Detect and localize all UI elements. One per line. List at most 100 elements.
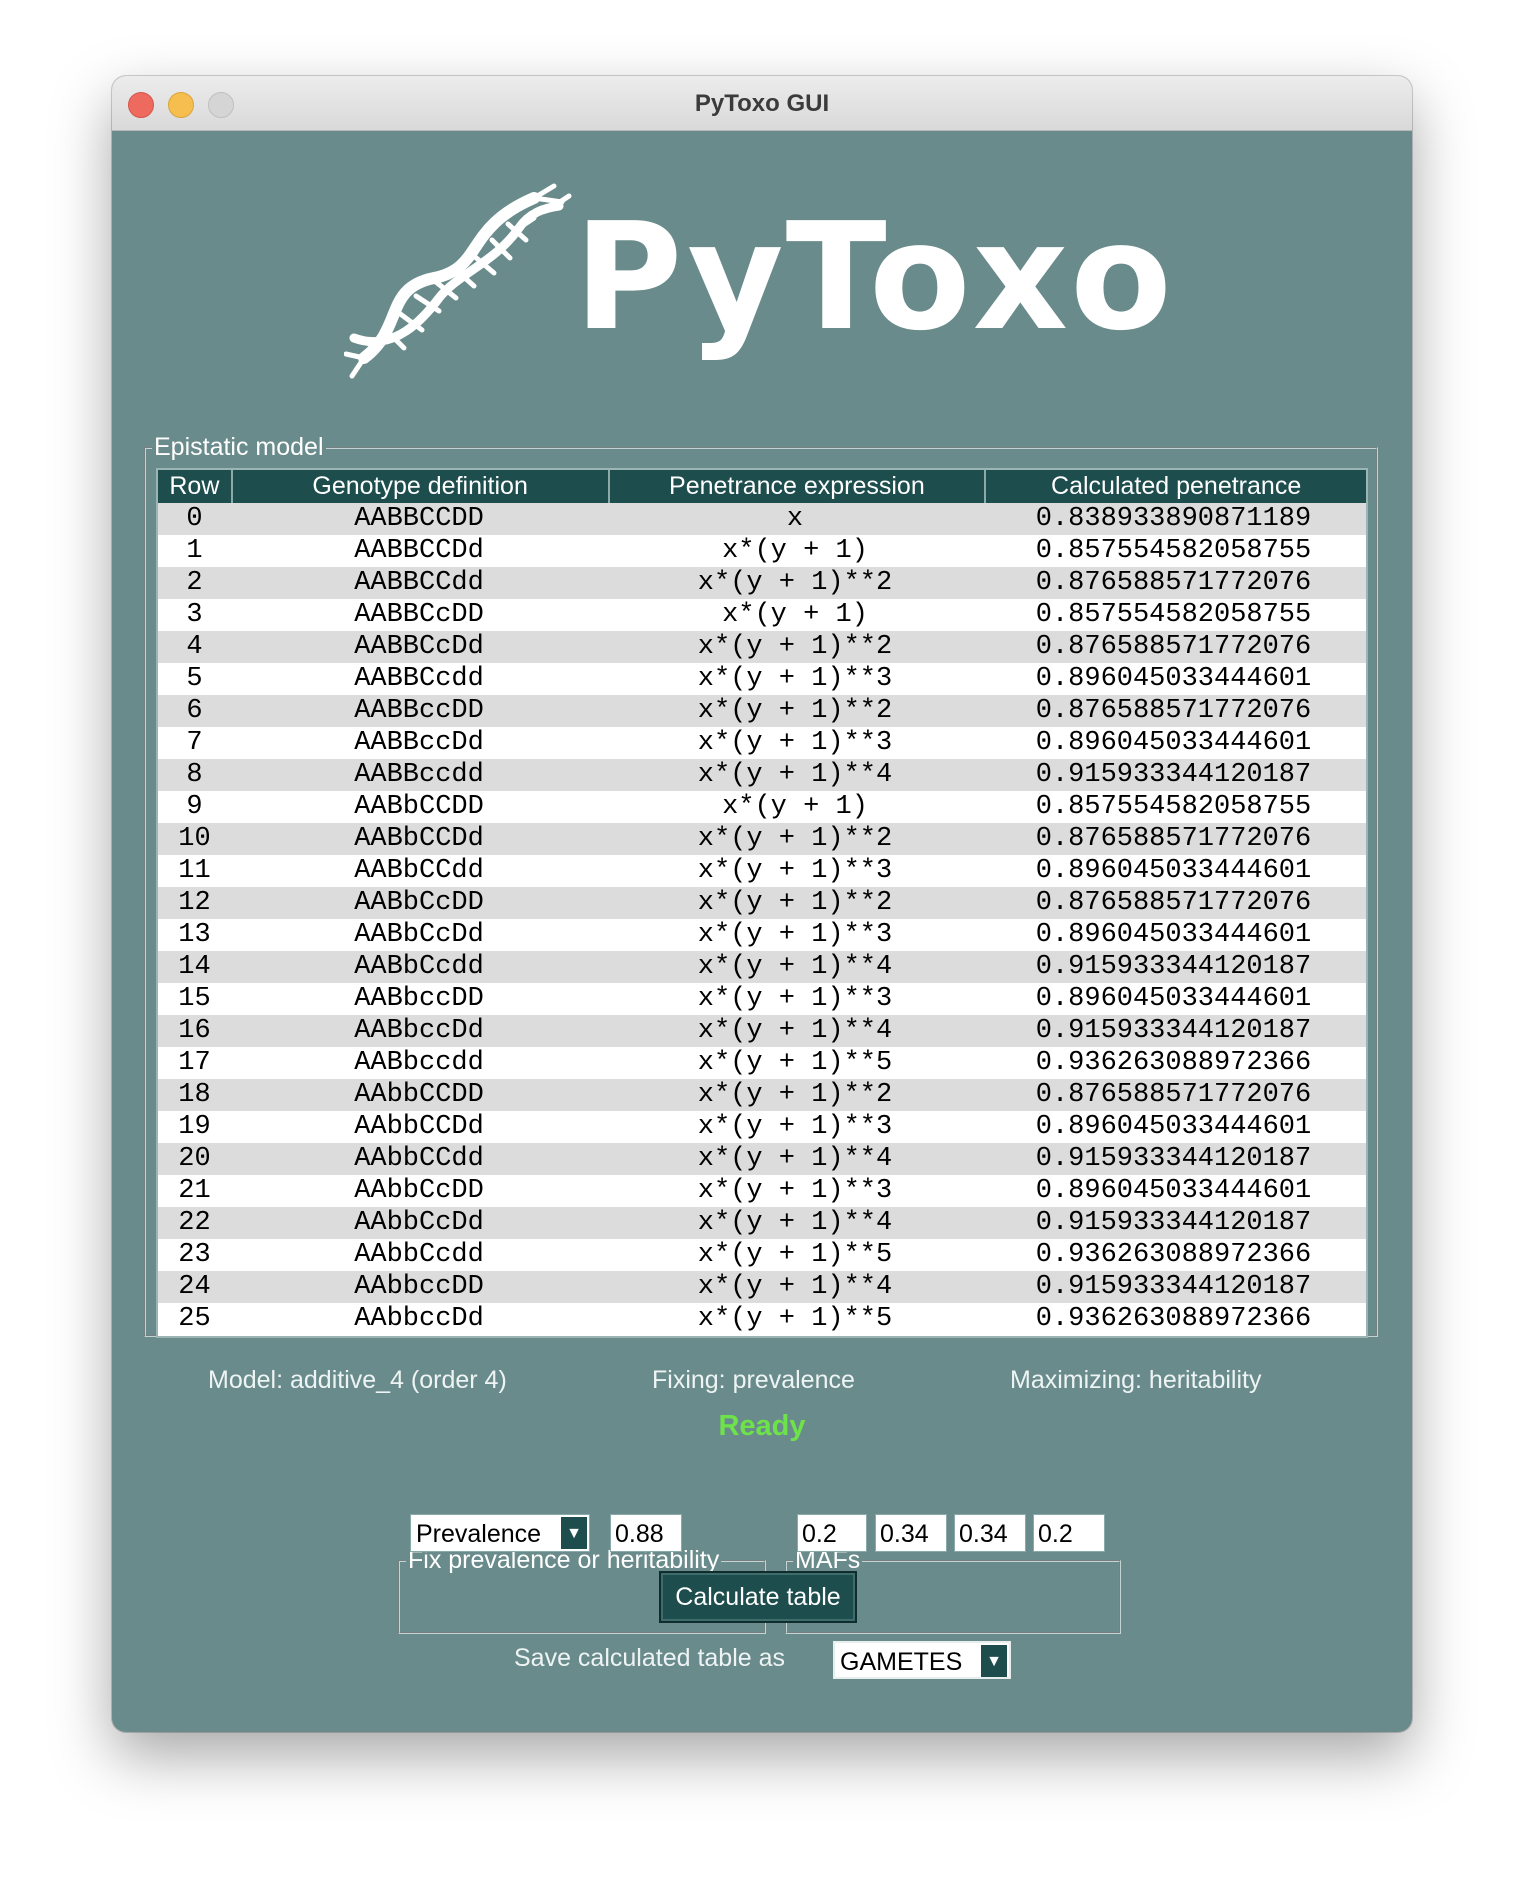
table-row[interactable]: 13 AABbCcDd x*(y + 1)**3 0.896045033444601 bbox=[158, 919, 1366, 951]
cell-genotype: AABBCcDD bbox=[354, 600, 484, 630]
title-bar: PyToxo GUI bbox=[112, 76, 1412, 131]
table-row[interactable]: 5 AABBCcdd x*(y + 1)**3 0.896045033444601 bbox=[158, 663, 1366, 695]
cell-calculated-penetrance: 0.896045033444601 bbox=[1035, 984, 1312, 1014]
cell-penetrance-expression: x*(y + 1)**2 bbox=[697, 568, 893, 598]
cell-penetrance-expression: x*(y + 1)**5 bbox=[697, 1304, 893, 1334]
cell-penetrance-expression: x*(y + 1)**5 bbox=[697, 1240, 893, 1270]
cell-penetrance-expression: x*(y + 1)**4 bbox=[697, 1208, 893, 1238]
penetrance-table[interactable]: Row Genotype definition Penetrance expre… bbox=[156, 468, 1368, 1338]
cell-genotype: AABbccdd bbox=[354, 1048, 484, 1078]
cell-genotype: AABbccDd bbox=[354, 1016, 484, 1046]
table-row[interactable]: 23 AAbbCcdd x*(y + 1)**5 0.936263088972366 bbox=[158, 1239, 1366, 1271]
cell-penetrance-expression: x*(y + 1)**3 bbox=[697, 856, 893, 886]
column-header-row[interactable]: Row bbox=[158, 470, 233, 503]
cell-penetrance-expression: x bbox=[786, 504, 804, 534]
table-row[interactable]: 7 AABBccDd x*(y + 1)**3 0.896045033444601 bbox=[158, 727, 1366, 759]
table-row[interactable]: 19 AAbbCCDd x*(y + 1)**3 0.896045033444601 bbox=[158, 1111, 1366, 1143]
cell-genotype: AAbbCCDd bbox=[354, 1112, 484, 1142]
cell-calculated-penetrance: 0.876588571772076 bbox=[1035, 888, 1312, 918]
cell-row-index: 18 bbox=[178, 1080, 211, 1110]
table-row[interactable]: 17 AABbccdd x*(y + 1)**5 0.936263088972366 bbox=[158, 1047, 1366, 1079]
cell-row-index: 10 bbox=[178, 824, 211, 854]
table-row[interactable]: 3 AABBCcDD x*(y + 1) 0.857554582058755 bbox=[158, 599, 1366, 631]
table-row[interactable]: 20 AAbbCCdd x*(y + 1)**4 0.915933344120187 bbox=[158, 1143, 1366, 1175]
column-header-genotype[interactable]: Genotype definition bbox=[233, 470, 610, 503]
cell-genotype: AAbbCcdd bbox=[354, 1240, 484, 1270]
maf-input-1[interactable]: 0.2 bbox=[797, 1514, 867, 1552]
cell-penetrance-expression: x*(y + 1)**2 bbox=[697, 632, 893, 662]
calculate-table-button[interactable]: Calculate table bbox=[659, 1571, 857, 1623]
table-body: 0 AABBCCDD x 0.838933890871189 1 AABBCCDd x*(y… bbox=[158, 503, 1366, 1335]
status-label: Ready bbox=[718, 1410, 806, 1442]
cell-genotype: AABbCcDd bbox=[354, 920, 484, 950]
table-row[interactable]: 22 AAbbCcDd x*(y + 1)**4 0.915933344120187 bbox=[158, 1207, 1366, 1239]
cell-row-index: 7 bbox=[186, 728, 203, 758]
table-row[interactable]: 18 AAbbCCDD x*(y + 1)**2 0.876588571772076 bbox=[158, 1079, 1366, 1111]
table-header: Row Genotype definition Penetrance expre… bbox=[158, 470, 1366, 503]
table-row[interactable]: 9 AABbCCDD x*(y + 1) 0.857554582058755 bbox=[158, 791, 1366, 823]
cell-row-index: 2 bbox=[186, 568, 203, 598]
table-row[interactable]: 6 AABBccDD x*(y + 1)**2 0.876588571772076 bbox=[158, 695, 1366, 727]
fix-type-select[interactable]: Prevalence ▼ bbox=[410, 1514, 590, 1552]
cell-row-index: 4 bbox=[186, 632, 203, 662]
cell-row-index: 17 bbox=[178, 1048, 211, 1078]
cell-calculated-penetrance: 0.936263088972366 bbox=[1035, 1304, 1312, 1334]
cell-penetrance-expression: x*(y + 1)**3 bbox=[697, 728, 893, 758]
maximizing-info: Maximizing: heritability bbox=[1010, 1366, 1262, 1394]
table-row[interactable]: 4 AABBCcDd x*(y + 1)**2 0.876588571772076 bbox=[158, 631, 1366, 663]
cell-row-index: 21 bbox=[178, 1176, 211, 1206]
cell-penetrance-expression: x*(y + 1) bbox=[722, 792, 868, 822]
maf-input-3[interactable]: 0.34 bbox=[954, 1514, 1026, 1552]
table-row[interactable]: 10 AABbCCDd x*(y + 1)**2 0.876588571772076 bbox=[158, 823, 1366, 855]
cell-penetrance-expression: x*(y + 1)**2 bbox=[697, 1080, 893, 1110]
cell-calculated-penetrance: 0.915933344120187 bbox=[1035, 760, 1312, 790]
cell-row-index: 14 bbox=[178, 952, 211, 982]
table-row[interactable]: 0 AABBCCDD x 0.838933890871189 bbox=[158, 503, 1366, 535]
chevron-down-icon[interactable]: ▼ bbox=[981, 1645, 1007, 1677]
cell-row-index: 20 bbox=[178, 1144, 211, 1174]
table-row[interactable]: 15 AABbccDD x*(y + 1)**3 0.896045033444601 bbox=[158, 983, 1366, 1015]
cell-calculated-penetrance: 0.936263088972366 bbox=[1035, 1240, 1312, 1270]
table-row[interactable]: 12 AABbCcDD x*(y + 1)**2 0.876588571772076 bbox=[158, 887, 1366, 919]
cell-calculated-penetrance: 0.896045033444601 bbox=[1035, 1176, 1312, 1206]
cell-calculated-penetrance: 0.857554582058755 bbox=[1035, 536, 1312, 566]
cell-genotype: AAbbCcDd bbox=[354, 1208, 484, 1238]
cell-penetrance-expression: x*(y + 1)**3 bbox=[697, 1176, 893, 1206]
cell-row-index: 3 bbox=[186, 600, 203, 630]
cell-calculated-penetrance: 0.896045033444601 bbox=[1035, 920, 1312, 950]
cell-row-index: 25 bbox=[178, 1304, 211, 1334]
cell-row-index: 22 bbox=[178, 1208, 211, 1238]
cell-row-index: 8 bbox=[186, 760, 203, 790]
maf-input-2[interactable]: 0.34 bbox=[875, 1514, 947, 1552]
cell-genotype: AABBccdd bbox=[354, 760, 484, 790]
table-row[interactable]: 11 AABbCCdd x*(y + 1)**3 0.896045033444601 bbox=[158, 855, 1366, 887]
cell-genotype: AABbCcDD bbox=[354, 888, 484, 918]
table-row[interactable]: 21 AAbbCcDD x*(y + 1)**3 0.896045033444601 bbox=[158, 1175, 1366, 1207]
cell-penetrance-expression: x*(y + 1)**3 bbox=[697, 664, 893, 694]
cell-calculated-penetrance: 0.915933344120187 bbox=[1035, 1144, 1312, 1174]
cell-calculated-penetrance: 0.896045033444601 bbox=[1035, 1112, 1312, 1142]
table-row[interactable]: 2 AABBCCdd x*(y + 1)**2 0.876588571772076 bbox=[158, 567, 1366, 599]
column-header-penetrance-expression[interactable]: Penetrance expression bbox=[610, 470, 987, 503]
cell-calculated-penetrance: 0.876588571772076 bbox=[1035, 824, 1312, 854]
table-row[interactable]: 1 AABBCCDd x*(y + 1) 0.857554582058755 bbox=[158, 535, 1366, 567]
table-row[interactable]: 25 AAbbccDd x*(y + 1)**5 0.936263088972366 bbox=[158, 1303, 1366, 1335]
maf-input-4[interactable]: 0.2 bbox=[1033, 1514, 1105, 1552]
chevron-down-icon[interactable]: ▼ bbox=[561, 1517, 587, 1549]
cell-row-index: 13 bbox=[178, 920, 211, 950]
cell-penetrance-expression: x*(y + 1)**4 bbox=[697, 1272, 893, 1302]
window-title: PyToxo GUI bbox=[694, 90, 830, 117]
table-row[interactable]: 16 AABbccDd x*(y + 1)**4 0.915933344120187 bbox=[158, 1015, 1366, 1047]
cell-row-index: 19 bbox=[178, 1112, 211, 1142]
fix-value-input[interactable]: 0.88 bbox=[610, 1514, 682, 1552]
cell-row-index: 6 bbox=[186, 696, 203, 726]
cell-penetrance-expression: x*(y + 1)**3 bbox=[697, 920, 893, 950]
column-header-calculated-penetrance[interactable]: Calculated penetrance bbox=[986, 470, 1366, 503]
table-row[interactable]: 8 AABBccdd x*(y + 1)**4 0.915933344120187 bbox=[158, 759, 1366, 791]
table-row[interactable]: 24 AAbbccDD x*(y + 1)**4 0.915933344120187 bbox=[158, 1271, 1366, 1303]
cell-genotype: AABBCcDd bbox=[354, 632, 484, 662]
fixing-info: Fixing: prevalence bbox=[652, 1366, 855, 1394]
table-row[interactable]: 14 AABbCcdd x*(y + 1)**4 0.915933344120187 bbox=[158, 951, 1366, 983]
cell-genotype: AABbCCdd bbox=[354, 856, 484, 886]
save-format-select[interactable]: GAMETES ▼ bbox=[833, 1641, 1011, 1679]
